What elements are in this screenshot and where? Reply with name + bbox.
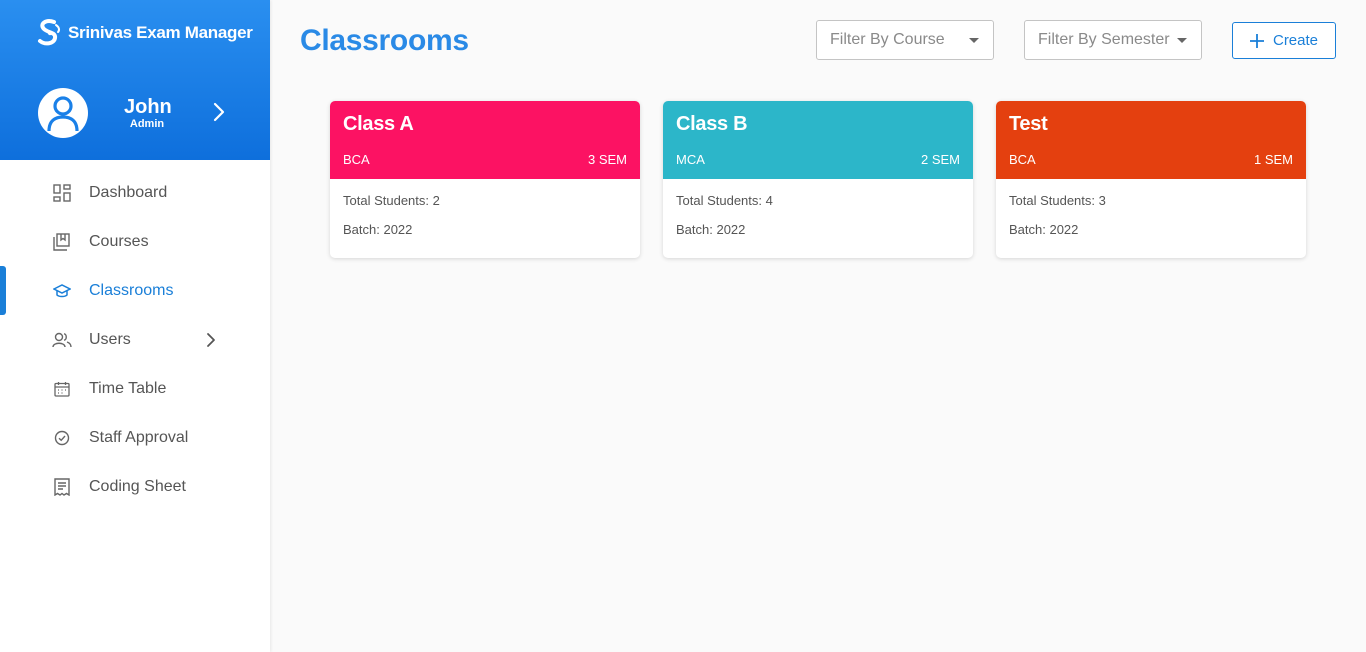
courses-icon xyxy=(52,232,72,252)
classroom-course: BCA xyxy=(343,152,370,167)
chevron-right-icon[interactable] xyxy=(205,331,217,349)
filter-semester-placeholder: Filter By Semester xyxy=(1038,31,1170,48)
classroom-total-students: Total Students: 4 xyxy=(676,193,773,208)
classroom-card-header: Class A BCA 3 SEM xyxy=(330,101,640,179)
classroom-batch: Batch: 2022 xyxy=(1009,222,1079,237)
check-circle-icon xyxy=(52,428,72,448)
classroom-semester: 2 SEM xyxy=(920,152,960,167)
sidebar-item-coding-sheet[interactable]: Coding Sheet xyxy=(0,462,270,511)
sidebar-item-label: Courses xyxy=(89,232,149,250)
sidebar-item-label: Dashboard xyxy=(89,183,168,201)
filter-by-semester-select[interactable]: Filter By Semester xyxy=(1024,20,1202,60)
sidebar-item-label: Time Table xyxy=(89,379,167,397)
classroom-card[interactable]: Class B MCA 2 SEM Total Students: 4 Batc… xyxy=(663,101,973,258)
sidebar-item-label: Coding Sheet xyxy=(89,477,186,495)
sidebar-item-users[interactable]: Users xyxy=(0,315,270,364)
user-role: Admin xyxy=(129,117,165,130)
receipt-icon xyxy=(52,477,72,497)
users-icon xyxy=(52,330,72,350)
brand-name: Srinivas Exam Manager xyxy=(68,23,253,42)
classroom-card[interactable]: Test BCA 1 SEM Total Students: 3 Batch: … xyxy=(996,101,1306,258)
dropdown-arrow-icon xyxy=(1177,38,1187,43)
sidebar-item-label: Staff Approval xyxy=(89,428,189,446)
classroom-name: Test xyxy=(1009,113,1048,135)
user-name: John xyxy=(124,95,172,118)
chevron-right-icon[interactable] xyxy=(212,101,226,123)
classroom-total-students: Total Students: 2 xyxy=(343,193,440,208)
classroom-card-body: Total Students: 2 Batch: 2022 xyxy=(330,179,640,251)
classroom-course: BCA xyxy=(1009,152,1036,167)
classroom-card[interactable]: Class A BCA 3 SEM Total Students: 2 Batc… xyxy=(330,101,640,258)
classroom-batch: Batch: 2022 xyxy=(343,222,413,237)
create-button[interactable]: Create xyxy=(1232,22,1336,59)
filter-by-course-select[interactable]: Filter By Course xyxy=(816,20,994,60)
create-button-label: Create xyxy=(1272,32,1319,49)
classroom-card-body: Total Students: 4 Batch: 2022 xyxy=(663,179,973,251)
classroom-name: Class B xyxy=(676,113,748,135)
classroom-name: Class A xyxy=(343,113,414,135)
classroom-card-header: Class B MCA 2 SEM xyxy=(663,101,973,179)
dashboard-icon xyxy=(52,183,72,203)
calendar-icon xyxy=(52,379,72,399)
brand-logo-icon xyxy=(38,19,61,46)
graduation-cap-icon xyxy=(52,281,72,301)
sidebar-nav: Dashboard Courses Classrooms Users Time … xyxy=(0,168,270,511)
classroom-total-students: Total Students: 3 xyxy=(1009,193,1106,208)
sidebar-item-classrooms[interactable]: Classrooms xyxy=(0,266,270,315)
dropdown-arrow-icon xyxy=(969,38,979,43)
sidebar-item-courses[interactable]: Courses xyxy=(0,217,270,266)
classroom-card-header: Test BCA 1 SEM xyxy=(996,101,1306,179)
sidebar-item-staff-approval[interactable]: Staff Approval xyxy=(0,413,270,462)
page-title: Classrooms xyxy=(300,24,469,57)
classroom-card-body: Total Students: 3 Batch: 2022 xyxy=(996,179,1306,251)
user-avatar-icon xyxy=(47,96,79,132)
classroom-course: MCA xyxy=(676,152,705,167)
user-profile[interactable]: John Admin xyxy=(38,88,172,138)
sidebar-item-dashboard[interactable]: Dashboard xyxy=(0,168,270,217)
sidebar-header: Srinivas Exam Manager John Admin xyxy=(0,0,270,160)
classroom-semester: 1 SEM xyxy=(1253,152,1293,167)
sidebar: Srinivas Exam Manager John Admin Dashboa… xyxy=(0,0,270,652)
sidebar-item-time-table[interactable]: Time Table xyxy=(0,364,270,413)
plus-icon xyxy=(1249,33,1264,48)
sidebar-item-label: Classrooms xyxy=(89,281,174,299)
sidebar-item-label: Users xyxy=(89,330,131,348)
user-info: John Admin xyxy=(124,95,172,131)
classroom-semester: 3 SEM xyxy=(587,152,627,167)
classroom-batch: Batch: 2022 xyxy=(676,222,746,237)
avatar xyxy=(38,88,88,138)
filter-course-placeholder: Filter By Course xyxy=(830,31,945,48)
brand[interactable]: Srinivas Exam Manager xyxy=(36,18,253,48)
